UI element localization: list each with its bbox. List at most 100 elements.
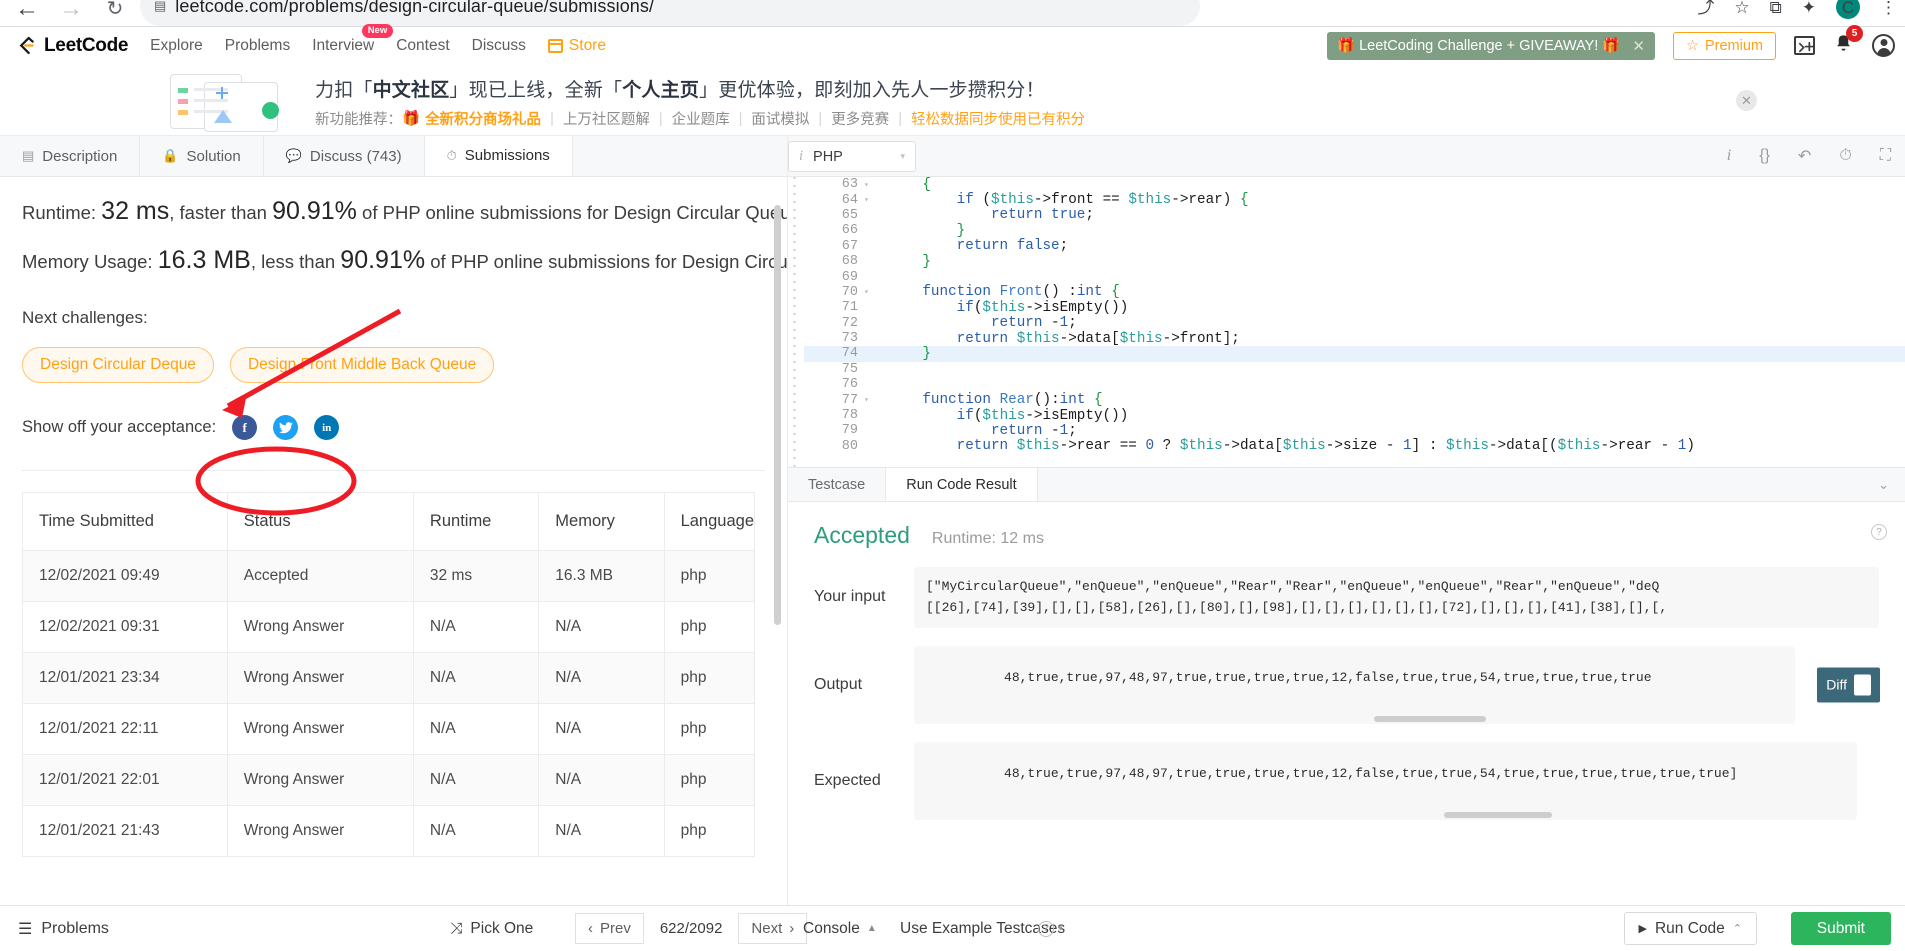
twitter-icon[interactable] [273,415,299,440]
share-icon[interactable]: ⤴ [1697,0,1714,16]
leetcoding-challenge-promo[interactable]: 🎁 LeetCoding Challenge + GIVEAWAY! 🎁 ✕ [1326,31,1655,60]
nav-item-contest[interactable]: Contest [396,37,449,55]
banner-link-company-bank[interactable]: 企业题库 [672,108,730,129]
submissions-content: Runtime: 32 ms, faster than 90.91% of PH… [0,177,787,917]
fold-arrow-icon[interactable]: ▾ [864,287,878,297]
your-input-value[interactable]: ["MyCircularQueue","enQueue","enQueue","… [914,567,1879,628]
banner-close-icon[interactable]: ✕ [1736,90,1757,111]
prev-button[interactable]: ‹ Prev [575,913,644,944]
linkedin-icon[interactable]: in [314,415,340,440]
problems-button[interactable]: ☰ Problems [18,919,109,939]
nav-item-problems[interactable]: Problems [225,37,290,55]
tab-run-code-result[interactable]: Run Code Result [886,468,1038,501]
cell-status[interactable]: Wrong Answer [226,805,414,857]
leetcode-brand-label: LeetCode [44,34,129,56]
line-number: 76 [841,377,858,393]
extension-icon[interactable]: ⧉ [1770,0,1782,16]
output-scrollbar[interactable] [1374,715,1486,722]
banner-link-contests[interactable]: 更多竞赛 [831,108,889,129]
table-row[interactable]: 12/01/2021 22:11 Wrong Answer N/A N/A ph… [22,703,756,755]
code-text: function Rear():int { [922,392,1103,409]
tab-discuss[interactable]: 💬 Discuss (743) [263,136,425,176]
challenge-chip-design-circular-deque[interactable]: Design Circular Deque [22,347,214,383]
cell-status[interactable]: Accepted [226,550,414,602]
help-group[interactable]: ? ▾ [1038,920,1063,937]
premium-button[interactable]: ☆ Premium [1672,31,1776,60]
leetcode-logo[interactable]: LeetCode [16,35,128,57]
help-icon[interactable]: ? [1871,524,1887,540]
tab-testcase[interactable]: Testcase [788,468,887,501]
nav-item-interview[interactable]: Interview New [312,23,394,55]
browser-reload-icon[interactable]: ↻ [96,0,134,28]
info-icon[interactable]: i [1727,147,1731,165]
next-button[interactable]: Next › [738,913,808,944]
browser-address-bar[interactable]: ▤ leetcode.com/problems/design-circular-… [140,0,1200,26]
run-code-button[interactable]: ▶ Run Code ⌃ [1623,912,1757,945]
nav-item-explore[interactable]: Explore [150,37,203,55]
diff-toggle[interactable] [1854,674,1871,696]
output-value[interactable]: 48,true,true,97,48,97,true,true,true,tru… [914,645,1795,724]
submit-button[interactable]: Submit [1790,912,1891,945]
console-button[interactable]: Console ▲ [803,920,877,938]
nav-item-store[interactable]: Store [547,37,606,55]
pick-one-button[interactable]: ⤨ Pick One [450,920,533,938]
column-header-runtime[interactable]: Runtime [412,492,540,551]
playground-icon[interactable] [1794,36,1815,55]
tab-submissions[interactable]: ⏱ Submissions [424,136,573,176]
reset-icon[interactable]: ↶ [1798,146,1811,166]
table-row[interactable]: 12/01/2021 21:43 Wrong Answer N/A N/A ph… [22,805,756,857]
cell-memory: 16.3 MB [538,550,665,602]
facebook-icon[interactable]: f [232,415,258,440]
table-row[interactable]: 12/01/2021 22:01 Wrong Answer N/A N/A ph… [22,754,756,806]
browser-profile-avatar[interactable]: C [1836,0,1860,19]
cell-status[interactable]: Wrong Answer [226,652,414,704]
column-header-memory[interactable]: Memory [538,492,665,551]
code-editor[interactable]: 63 ▾ {64 ▾ if ($this->front == $this->rear… [788,177,1905,467]
user-avatar-icon[interactable] [1872,34,1895,57]
banner-link-solutions[interactable]: 上万社区题解 [563,108,650,129]
editor-action-icons: i {} ↶ ⏱ ⛶ [1727,146,1891,166]
cell-status[interactable]: Wrong Answer [226,703,414,755]
table-row[interactable]: 12/02/2021 09:31 Wrong Answer N/A N/A ph… [22,601,756,653]
banner-link-shop[interactable]: 全新积分商场礼品 [425,108,541,129]
promo-close-icon[interactable]: ✕ [1632,37,1645,55]
table-row[interactable]: 12/01/2021 23:34 Wrong Answer N/A N/A ph… [22,652,756,704]
chevron-down-icon: ▾ [1058,923,1063,933]
browser-back-icon[interactable]: ← [8,0,46,28]
table-row[interactable]: 12/02/2021 09:49 Accepted 32 ms 16.3 MB … [22,550,756,602]
fold-arrow-icon[interactable]: ▾ [864,180,878,190]
fold-arrow-icon[interactable]: ▾ [864,395,878,405]
cell-status[interactable]: Wrong Answer [226,601,414,653]
result-runtime: Runtime: 12 ms [931,530,1044,547]
bookmark-star-icon[interactable]: ☆ [1734,0,1749,16]
column-header-time-submitted[interactable]: Time Submitted [22,492,228,551]
column-header-status[interactable]: Status [226,492,414,551]
challenge-chip-design-front-middle-back-queue[interactable]: Design Front Middle Back Queue [229,347,495,383]
diff-button[interactable]: Diff [1817,667,1880,703]
fullscreen-icon[interactable]: ⛶ [1880,147,1891,165]
history-icon[interactable]: ⏱ [1839,147,1851,165]
cell-status[interactable]: Wrong Answer [226,754,414,806]
expected-value[interactable]: 48,true,true,97,48,97,true,true,true,tru… [914,741,1857,820]
browser-forward-icon[interactable]: → [52,0,90,28]
notifications-button[interactable]: 5 [1833,25,1863,59]
banner-link-sync[interactable]: 轻松数据同步使用已有积分 [911,108,1085,129]
tab-description[interactable]: ▤ Description [0,136,141,176]
store-icon [547,38,563,53]
braces-icon[interactable]: {} [1759,147,1770,165]
puzzle-icon[interactable]: ✦ [1802,0,1816,16]
left-pane-scrollbar[interactable] [774,205,781,625]
fold-arrow-icon[interactable]: ▾ [864,195,878,205]
right-pane: i PHP ▾ i {} ↶ ⏱ ⛶ 63 ▾ {64 ▾ if ($this->f… [787,136,1905,951]
runtime-stat-suffix: of PHP online submissions for Design Cir… [356,202,787,223]
expected-scrollbar[interactable] [1444,811,1552,818]
banner-link-mock-interview[interactable]: 面试模拟 [751,108,809,129]
browser-menu-icon[interactable]: ⋮ [1880,0,1897,16]
nav-item-discuss[interactable]: Discuss [472,37,526,55]
collapse-icon[interactable]: ⌄ [1878,477,1889,493]
language-select[interactable]: i PHP ▾ [788,141,916,172]
cell-runtime: 32 ms [412,550,540,602]
column-header-language[interactable]: Language [663,492,756,551]
tab-solution[interactable]: 🔒 Solution [140,136,264,176]
site-info-icon[interactable]: ▤ [154,0,166,14]
